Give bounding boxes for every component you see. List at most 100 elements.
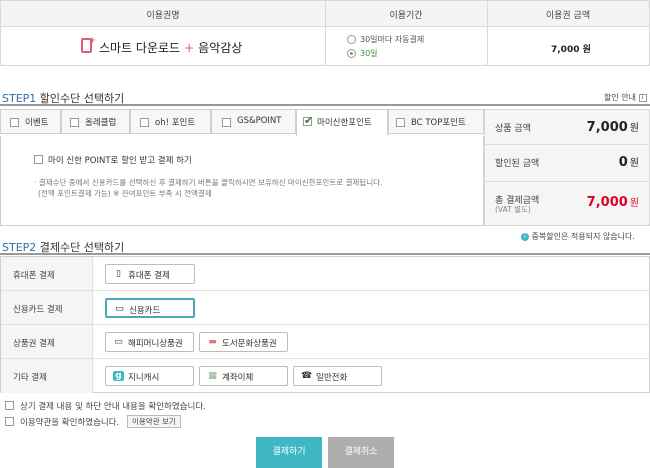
pay-label-mobile: 휴대폰 결제	[13, 271, 55, 281]
agree-content-checkbox[interactable]	[5, 401, 14, 410]
gift-card-icon: ▭	[114, 337, 123, 347]
summary-row-product: 상품 금액 7,000 원	[485, 110, 650, 145]
discount-note-1: · 결제수단 중에서 신용카드를 선택하신 후 결제하기 버튼을 클릭하시면 보…	[34, 178, 383, 187]
tab-event[interactable]: 이벤트	[0, 109, 61, 134]
summary-discount-amount: 0	[618, 155, 628, 170]
mobile-phone-icon: ▯	[116, 269, 121, 279]
summary-total-value: 7,000 원	[587, 194, 639, 210]
tab-shinhan-label: 마이신한포인트	[317, 118, 372, 128]
shinhan-point-checkbox[interactable]	[34, 155, 43, 164]
discount-tabs: 이벤트 올레클럽 oh! 포인트 GS&POINT 마이신한포인트 BC TOP…	[0, 109, 484, 137]
info-circle-icon: i	[521, 232, 529, 241]
product-table: 이용권명 이용기간 이용권 금액 스마트 다운로드+음악감상 30일마다 자동결…	[0, 0, 650, 66]
view-terms-button[interactable]: 이용약관 보기	[127, 415, 181, 428]
pay-button[interactable]: 결제하기	[256, 437, 322, 468]
summary-discount-value: 0원	[619, 154, 639, 170]
pay-row-mobile: 휴대폰 결제 ▯ 휴대폰 결제	[1, 257, 649, 291]
period-option-auto: 30일마다 자동결제	[360, 35, 425, 44]
pay-row-card: 신용카드 결제 ▭ 신용카드	[1, 291, 649, 325]
currency-label: 원	[629, 123, 639, 134]
bank-icon: ▦	[208, 371, 217, 381]
product-name: 스마트 다운로드 + 음악감상	[99, 39, 242, 56]
credit-card-icon: ▭	[115, 304, 124, 314]
genie-icon: g	[113, 371, 124, 381]
period-option-30: 30일	[360, 49, 378, 58]
tab-olleh-club[interactable]: 올레클럽	[61, 109, 130, 134]
summary-product-amount: 7,000	[586, 120, 628, 135]
happy-money-button[interactable]: ▭ 해피머니상품권	[105, 332, 194, 352]
pay-row-label: 기타 결제	[1, 359, 93, 393]
plus-sign: +	[184, 41, 195, 55]
summary-vat-label: (VAT 별도)	[495, 205, 531, 214]
genie-cash-label: 지니캐시	[128, 373, 160, 383]
genie-cash-button[interactable]: g 지니캐시	[105, 366, 194, 386]
tab-ohpoint-label: oh! 포인트	[155, 118, 196, 128]
tab-bctop-label: BC TOP포인트	[411, 118, 466, 128]
pay-row-label: 휴대폰 결제	[1, 257, 93, 290]
currency-label: 원	[629, 198, 639, 209]
pay-row-giftcard: 상품권 결제 ▭ 해피머니상품권 ▬ 도서문화상품권	[1, 325, 649, 359]
bank-transfer-button[interactable]: ▦ 계좌이체	[199, 366, 288, 386]
cancel-button[interactable]: 결제취소	[328, 437, 394, 468]
culture-gift-button[interactable]: ▬ 도서문화상품권	[199, 332, 288, 352]
tab-shinhan-checkbox[interactable]	[303, 114, 313, 127]
tab-event-label: 이벤트	[25, 118, 49, 128]
pay-row-label: 신용카드 결제	[1, 291, 93, 324]
tab-bctop-checkbox[interactable]	[396, 118, 405, 127]
tab-olleh-checkbox[interactable]	[70, 118, 79, 127]
radio-auto-payment[interactable]	[347, 35, 356, 44]
mobile-payment-label: 휴대폰 결제	[128, 271, 170, 281]
discount-note-2: (전액 포인트결제 가능) ※ 잔여포인트 부족 시 전액결제	[38, 189, 212, 198]
telephone-icon: ☎	[301, 371, 313, 381]
price-summary: 상품 금액 7,000 원 할인된 금액 0원 총 결제금액 (VAT 별도) 7…	[484, 109, 650, 226]
info-icon: i	[638, 93, 647, 102]
notice-text: 중복할인은 적용되지 않습니다.	[531, 232, 635, 241]
tab-gspoint-checkbox[interactable]	[222, 118, 231, 127]
tab-my-shinhan-point[interactable]: 마이신한포인트	[296, 109, 388, 137]
pay-row-other: 기타 결제 g 지니캐시 ▦ 계좌이체 ☎ 일반전화	[1, 359, 649, 393]
shinhan-point-option-label: 마이 신한 POINT로 할인 받고 결제 하기	[48, 156, 192, 166]
summary-product-label: 상품 금액	[495, 124, 531, 134]
mobile-payment-button[interactable]: ▯ 휴대폰 결제	[105, 264, 195, 284]
pay-label-giftcard: 상품권 결제	[13, 339, 55, 349]
header-period: 이용기간	[389, 11, 423, 21]
happy-money-label: 해피머니상품권	[128, 339, 183, 349]
gift-card-icon: ▬	[208, 337, 217, 347]
product-name-part1: 스마트 다운로드	[99, 41, 181, 55]
currency-label: 원	[629, 158, 639, 169]
bank-transfer-label: 계좌이체	[222, 373, 254, 383]
agree-content-label: 상기 결제 내용 및 하단 안내 내용을 확인하였습니다.	[20, 402, 206, 412]
summary-row-total: 총 결제금액 (VAT 별도) 7,000 원	[485, 182, 650, 227]
duplicate-discount-notice: i 중복할인은 적용되지 않습니다.	[521, 231, 635, 242]
credit-card-label: 신용카드	[129, 306, 161, 316]
header-product-name: 이용권명	[146, 11, 180, 21]
radio-30-days[interactable]	[347, 49, 356, 58]
pay-label-card: 신용카드 결제	[13, 305, 63, 315]
tab-event-checkbox[interactable]	[10, 118, 19, 127]
phone-icon	[81, 36, 96, 53]
summary-product-value: 7,000 원	[587, 119, 639, 135]
landline-label: 일반전화	[316, 373, 348, 383]
agree-terms-checkbox[interactable]	[5, 417, 14, 426]
discount-content: 마이 신한 POINT로 할인 받고 결제 하기 · 결제수단 중에서 신용카드…	[0, 136, 484, 226]
tab-gspoint-label: GS&POINT	[237, 116, 282, 126]
pay-label-other: 기타 결제	[13, 373, 47, 383]
payment-methods: 휴대폰 결제 ▯ 휴대폰 결제 신용카드 결제 ▭ 신용카드 상품권 결제 ▭ …	[0, 256, 650, 393]
product-price: 7,000 원	[551, 45, 591, 55]
summary-row-discount: 할인된 금액 0원	[485, 145, 650, 182]
credit-card-button[interactable]: ▭ 신용카드	[105, 298, 195, 318]
discount-guide-link[interactable]: 할인 안내 i	[604, 92, 647, 103]
step2-separator	[0, 253, 650, 255]
header-price: 이용권 금액	[545, 11, 591, 21]
culture-gift-label: 도서문화상품권	[222, 339, 277, 349]
tab-olleh-label: 올레클럽	[85, 118, 117, 128]
agree-terms-label: 이용약관을 확인하였습니다.	[20, 418, 120, 428]
tab-gs-point[interactable]: GS&POINT	[211, 109, 296, 134]
tab-ohpoint-checkbox[interactable]	[140, 118, 149, 127]
landline-button[interactable]: ☎ 일반전화	[293, 366, 382, 386]
product-name-part2: 음악감상	[198, 41, 243, 55]
step1-separator	[0, 104, 650, 106]
summary-total-amount: 7,000	[586, 195, 628, 210]
tab-oh-point[interactable]: oh! 포인트	[130, 109, 211, 134]
tab-bc-top-point[interactable]: BC TOP포인트	[388, 109, 484, 134]
